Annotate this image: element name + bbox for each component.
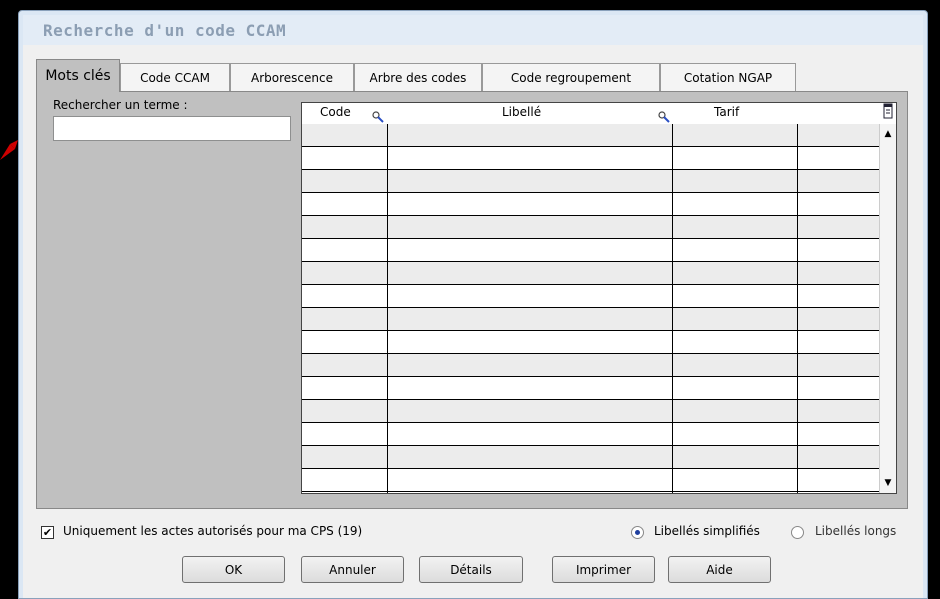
results-table[interactable]: Code Libellé Tarif ▲ ▼ <box>301 102 897 494</box>
scroll-down-icon[interactable]: ▼ <box>881 475 895 491</box>
table-row[interactable] <box>302 147 879 170</box>
tab-arborescence[interactable]: Arborescence <box>230 63 354 91</box>
simplified-labels-label[interactable]: Libellés simplifiés <box>654 524 760 538</box>
table-row[interactable] <box>302 285 879 308</box>
authorized-only-label[interactable]: Uniquement les actes autorisés pour ma C… <box>63 524 362 538</box>
column-chooser-icon[interactable] <box>882 103 894 119</box>
table-row[interactable] <box>302 170 879 193</box>
table-row[interactable] <box>302 239 879 262</box>
table-header: Code Libellé Tarif <box>302 103 896 124</box>
tab-arbre-des-codes[interactable]: Arbre des codes <box>354 63 482 91</box>
column-header-code[interactable]: Code <box>320 105 351 119</box>
column-divider <box>797 124 798 493</box>
column-divider <box>387 124 388 493</box>
ccam-search-dialog: Recherche d'un code CCAM Mots clés Code … <box>18 10 928 599</box>
table-row[interactable] <box>302 124 879 147</box>
table-row[interactable] <box>302 262 879 285</box>
button-row: OK Annuler Détails Imprimer Aide <box>23 556 923 584</box>
table-row[interactable] <box>302 354 879 377</box>
title-bar[interactable]: Recherche d'un code CCAM <box>23 15 923 45</box>
cancel-button[interactable]: Annuler <box>301 556 404 583</box>
help-button[interactable]: Aide <box>668 556 771 583</box>
tab-code-regroupement[interactable]: Code regroupement <box>482 63 660 91</box>
scroll-up-icon[interactable]: ▲ <box>881 126 895 142</box>
tab-cotation-ngap[interactable]: Cotation NGAP <box>660 63 796 91</box>
authorized-only-checkbox[interactable]: ✔ <box>41 526 54 539</box>
search-term-input[interactable] <box>53 116 291 141</box>
details-button[interactable]: Détails <box>419 556 523 583</box>
table-row[interactable] <box>302 423 879 446</box>
table-row[interactable] <box>302 446 879 469</box>
column-header-tarif[interactable]: Tarif <box>714 105 739 119</box>
table-row[interactable] <box>302 193 879 216</box>
table-row[interactable] <box>302 216 879 239</box>
table-row[interactable] <box>302 308 879 331</box>
column-header-libelle[interactable]: Libellé <box>502 105 541 119</box>
simplified-labels-radio[interactable] <box>631 526 644 539</box>
table-row[interactable] <box>302 377 879 400</box>
tab-mots-cles[interactable]: Mots clés <box>36 59 120 92</box>
long-labels-label[interactable]: Libellés longs <box>815 524 896 538</box>
table-rows <box>302 124 879 492</box>
tab-panel-mots-cles: Rechercher un terme : Code Libellé Tarif <box>36 91 908 509</box>
table-row[interactable] <box>302 331 879 354</box>
print-button[interactable]: Imprimer <box>552 556 655 583</box>
magnifier-sort-icon[interactable] <box>372 111 384 123</box>
window-title: Recherche d'un code CCAM <box>43 21 287 40</box>
red-arrow-icon <box>0 140 18 160</box>
magnifier-sort-icon[interactable] <box>658 111 670 123</box>
dialog-client: Mots clés Code CCAM Arborescence Arbre d… <box>23 45 923 598</box>
tab-code-ccam[interactable]: Code CCAM <box>120 63 230 91</box>
ok-button[interactable]: OK <box>182 556 285 583</box>
long-labels-radio[interactable] <box>791 526 804 539</box>
vertical-scrollbar[interactable]: ▲ ▼ <box>879 124 896 493</box>
options-bar: ✔ Uniquement les actes autorisés pour ma… <box>23 523 923 547</box>
column-divider <box>672 124 673 493</box>
table-row[interactable] <box>302 400 879 423</box>
table-row[interactable] <box>302 469 879 492</box>
search-term-label: Rechercher un terme : <box>53 98 188 112</box>
